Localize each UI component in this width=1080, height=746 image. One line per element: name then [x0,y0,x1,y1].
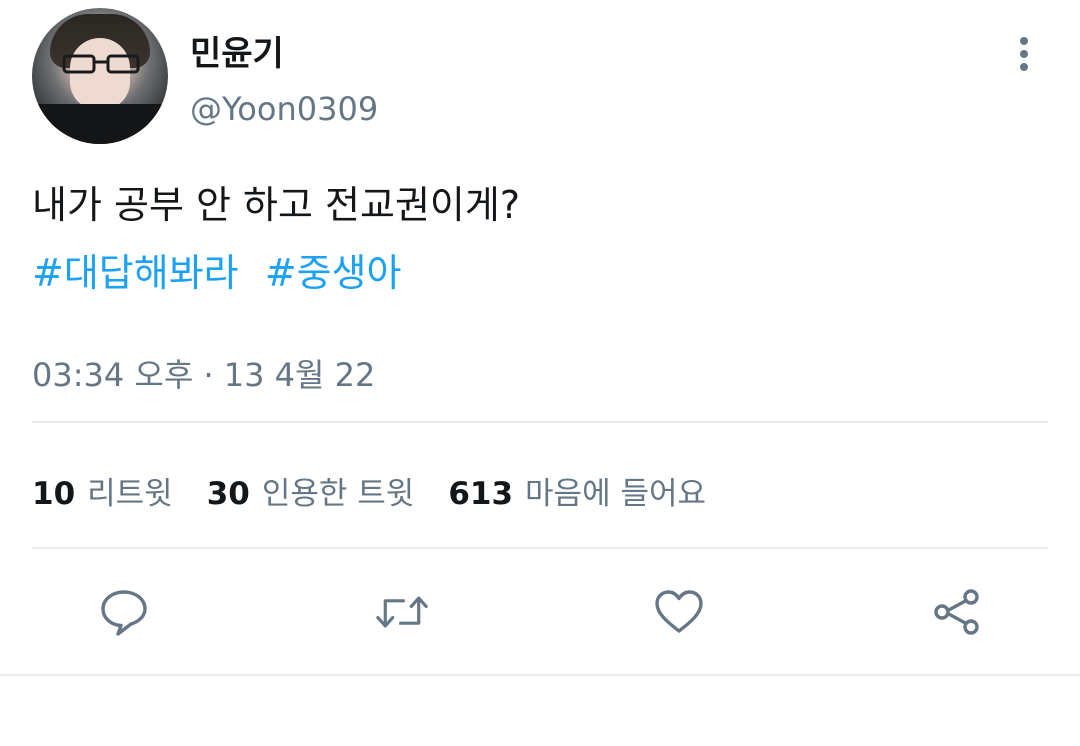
tweet-timestamp[interactable]: 03:34 오후 · 13 4월 22 [32,350,375,396]
divider [32,547,1048,549]
stat-likes[interactable]: 613 마음에 들어요 [448,468,706,513]
retweet-button[interactable] [374,584,430,640]
stat-count: 613 [448,476,514,512]
stat-quote-tweets[interactable]: 30 인용한 트윗 [207,468,415,513]
more-vertical-icon[interactable] [1014,36,1034,72]
user-handle[interactable]: @Yoon0309 [190,90,378,128]
stat-label: 리트윗 [87,476,173,512]
hashtag-link[interactable]: #중생아 [265,251,402,295]
reply-icon [101,590,147,636]
share-button[interactable] [929,584,985,640]
share-icon [934,589,979,635]
reply-button[interactable] [96,584,152,640]
tweet-detail: 민윤기 @Yoon0309 내가 공부 안 하고 전교권이게? #대답해봐라 #… [0,0,1080,746]
stat-label: 인용한 트윗 [261,476,415,512]
retweet-icon [376,596,428,628]
divider [32,421,1048,423]
engagement-stats: 10 리트윗 30 인용한 트윗 613 마음에 들어요 [32,468,740,513]
avatar[interactable] [32,8,168,144]
stat-retweets[interactable]: 10 리트윗 [32,468,173,513]
tweet-text: 내가 공부 안 하고 전교권이게? [32,183,521,227]
hashtags: #대답해봐라 #중생아 [32,248,415,298]
stat-label: 마음에 들어요 [525,476,707,512]
divider [0,674,1080,676]
like-button[interactable] [651,584,707,640]
display-name[interactable]: 민윤기 [190,26,284,75]
hashtag-link[interactable]: #대답해봐라 [32,251,239,295]
stat-count: 10 [32,476,76,512]
heart-icon [655,590,703,633]
stat-count: 30 [206,476,250,512]
